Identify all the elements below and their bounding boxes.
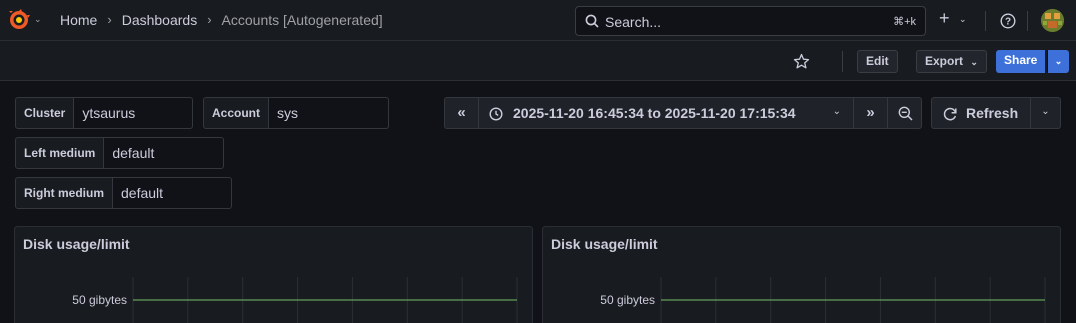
breadcrumb-separator-icon: ›: [207, 12, 212, 27]
variable-account-select[interactable]: sys: [269, 97, 389, 129]
refresh-interval-button[interactable]: ⌄: [1030, 97, 1061, 129]
refresh-label: Refresh: [966, 105, 1019, 121]
avatar[interactable]: [1041, 9, 1064, 32]
variable-left-medium: Left medium default: [15, 137, 225, 169]
chevron-down-icon: ⌄: [970, 57, 978, 67]
y-tick-label: 50 gibytes: [600, 293, 655, 307]
divider: [842, 51, 843, 72]
variable-right-medium: Right medium default: [15, 177, 232, 209]
export-button[interactable]: Export ⌄: [916, 50, 987, 73]
breadcrumb: Home › Dashboards › Accounts [Autogenera…: [60, 12, 383, 28]
dashboard-toolbar: Edit Export ⌄ Share ⌄: [0, 41, 1076, 81]
refresh-button[interactable]: Refresh: [931, 97, 1031, 129]
edit-button[interactable]: Edit: [857, 50, 898, 73]
chevron-down-icon: ⌄: [1054, 56, 1063, 66]
breadcrumb-home[interactable]: Home: [60, 12, 97, 28]
refresh-icon: [943, 107, 957, 121]
svg-text:?: ?: [1005, 17, 1011, 28]
variable-label: Left medium: [15, 137, 105, 169]
panel-disk-usage-right[interactable]: 50 gibytes Disk usage/limit: [542, 226, 1061, 323]
export-label: Export: [925, 54, 964, 68]
breadcrumb-dashboards[interactable]: Dashboards: [122, 12, 198, 28]
new-menu-button[interactable]: + ⌄: [937, 8, 973, 32]
grafana-logo-icon[interactable]: [8, 9, 30, 31]
variable-cluster: Cluster ytsaurus: [15, 97, 194, 129]
panel-title: Disk usage/limit: [551, 236, 658, 252]
chevrons-left-icon: «: [457, 104, 466, 121]
time-shift-back-button[interactable]: «: [444, 97, 479, 129]
variable-label: Right medium: [15, 177, 113, 209]
variable-account: Account sys: [203, 97, 389, 129]
clock-icon: [489, 107, 503, 121]
zoom-out-icon: [898, 106, 913, 121]
time-range-label: 2025-11-20 16:45:34 to 2025-11-20 17:15:…: [513, 105, 796, 121]
share-button[interactable]: Share: [996, 50, 1046, 73]
variable-right-medium-select[interactable]: default: [113, 177, 232, 209]
search-shortcut: ⌘+k: [893, 16, 916, 28]
divider: [985, 11, 986, 31]
time-range-picker[interactable]: 2025-11-20 16:45:34 to 2025-11-20 17:15:…: [478, 97, 854, 129]
variable-label: Account: [203, 97, 269, 129]
chevron-down-icon[interactable]: ⌄: [34, 14, 42, 25]
top-nav: ⌄ Home › Dashboards › Accounts [Autogene…: [0, 0, 1076, 41]
search-icon: [585, 14, 599, 28]
y-tick-label: 50 gibytes: [72, 293, 127, 307]
chevron-down-icon: ⌄: [1041, 106, 1050, 117]
chevron-down-icon: ⌄: [959, 14, 967, 24]
variable-label: Cluster: [15, 97, 75, 129]
panel-disk-usage-left[interactable]: 50 gibytes Disk usage/limit: [14, 226, 533, 323]
panel-title: Disk usage/limit: [23, 236, 130, 252]
search-input[interactable]: Search... ⌘+k: [575, 6, 926, 36]
plus-icon: +: [939, 8, 950, 28]
divider: [1027, 11, 1028, 31]
breadcrumb-separator-icon: ›: [107, 12, 112, 27]
variable-left-medium-select[interactable]: default: [104, 137, 225, 169]
help-icon[interactable]: ?: [1000, 13, 1016, 29]
chevrons-right-icon: »: [866, 104, 875, 121]
variable-cluster-select[interactable]: ytsaurus: [74, 97, 194, 129]
search-placeholder: Search...: [605, 14, 662, 30]
chevron-down-icon: ⌄: [832, 106, 841, 117]
star-icon[interactable]: [793, 53, 810, 70]
breadcrumb-current-page: Accounts [Autogenerated]: [221, 12, 383, 28]
share-options-button[interactable]: ⌄: [1047, 50, 1069, 73]
time-shift-forward-button[interactable]: »: [853, 97, 888, 129]
zoom-out-button[interactable]: [887, 97, 922, 129]
